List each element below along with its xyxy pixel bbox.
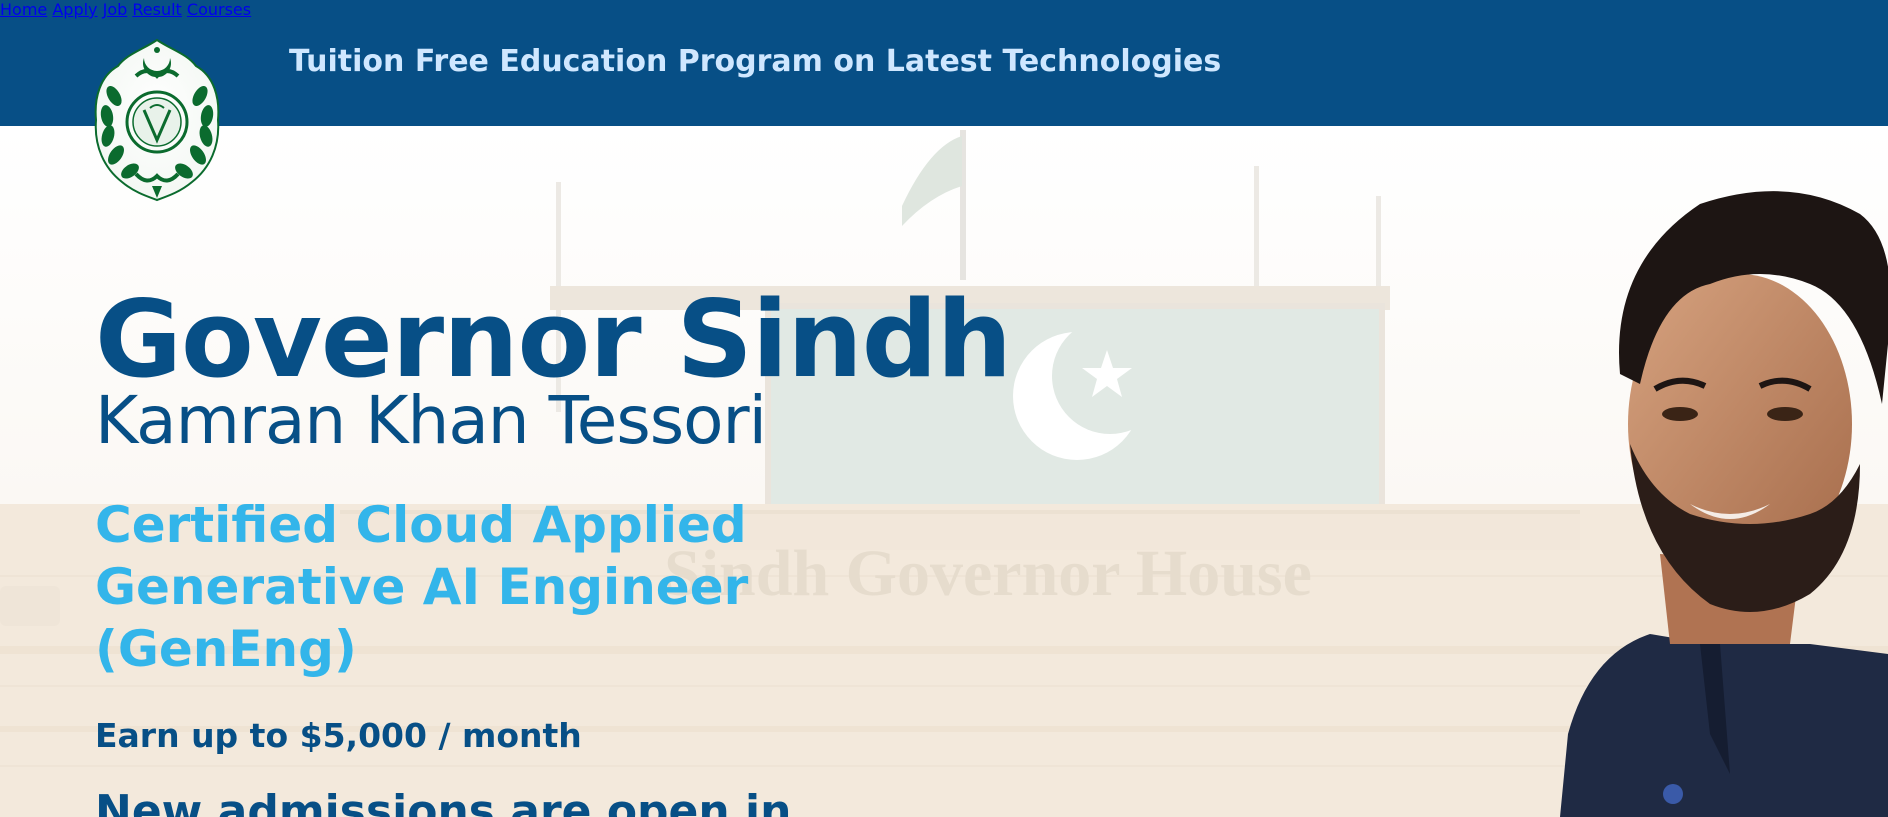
nav-job[interactable]: Job xyxy=(103,0,128,19)
hero-subtitle: Kamran Khan Tessori xyxy=(95,382,767,459)
earn-text: Earn up to $5,000 / month xyxy=(95,716,582,755)
main-nav: Home Apply Job Result Courses xyxy=(0,0,1888,19)
program-line-3: (GenEng) xyxy=(95,620,357,678)
sindh-emblem-logo[interactable] xyxy=(92,36,222,202)
nav-courses[interactable]: Courses xyxy=(187,0,251,19)
site-title[interactable]: Tuition Free Education Program on Latest… xyxy=(289,44,1221,79)
nav-home[interactable]: Home xyxy=(0,0,47,19)
nav-apply[interactable]: Apply xyxy=(52,0,97,19)
site-header: Tuition Free Education Program on Latest… xyxy=(0,0,1888,126)
program-title: Certified Cloud Applied Generative AI En… xyxy=(95,494,795,680)
program-line-1: Certified Cloud Applied xyxy=(95,496,747,554)
program-line-2: Generative AI Engineer xyxy=(95,558,749,616)
governor-portrait-image xyxy=(1560,174,1888,817)
sindh-government-emblem-icon xyxy=(94,38,220,202)
admission-text: New admissions are open in xyxy=(95,786,792,817)
nav-result[interactable]: Result xyxy=(132,0,181,19)
